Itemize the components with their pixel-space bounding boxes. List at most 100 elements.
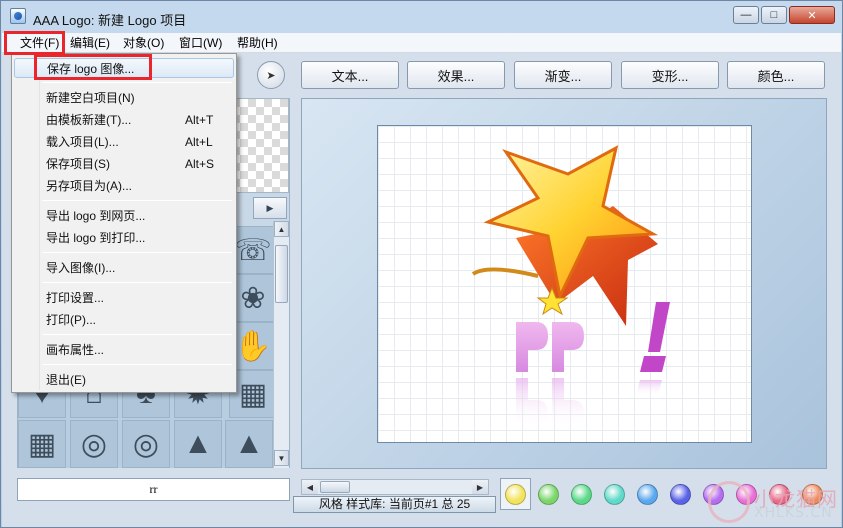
phone-icon: ☏ [234,233,272,267]
exclamation-bar [648,302,670,352]
menu-item-label: 新建空白项目(N) [46,91,135,105]
letter-p-2 [552,322,584,372]
reflection-p-1 [516,378,548,428]
shape-tree-2[interactable]: ▲ [225,420,273,468]
gradient-button[interactable]: 渐变... [514,61,612,89]
calculator-icon: ▦ [27,427,57,461]
window-title: AAA Logo: 新建 Logo 项目 [33,13,187,28]
color-button[interactable]: 颜色... [727,61,825,89]
status-bar: 风格 样式库: 当前页#1 总 25 [293,496,496,513]
arrow-down-icon: ▼ [277,453,286,463]
menu-separator [42,334,232,335]
menu-item-shortcut: Alt+L [185,135,213,149]
minimize-button[interactable]: — [733,6,759,24]
arrow-right-icon: ▶ [266,202,274,213]
menu-help[interactable]: 帮助(H) [235,35,280,51]
menu-item-shortcut: Alt+S [185,157,215,171]
shape-tree-1[interactable]: ▲ [174,420,222,468]
menu-separator [42,200,232,201]
arrow-right-icon: ▶ [476,482,484,492]
arrow-up-icon: ▲ [277,224,286,234]
color-swatch[interactable] [571,484,592,505]
star-shape [483,145,659,301]
file-menu-dropdown: 保存 logo 图像... 新建空白项目(N) 由模板新建(T)... Alt+T… [11,53,237,393]
hand-icon: ✋ [234,329,272,363]
transform-button[interactable]: 变形... [621,61,719,89]
swirl-icon: ❀ [240,281,266,315]
reflection-p-2 [552,378,584,428]
menu-edit[interactable]: 编辑(E) [68,35,112,51]
menu-save-project-as[interactable]: 另存项目为(A)... [14,176,234,196]
menu-new-blank-project[interactable]: 新建空白项目(N) [14,88,234,108]
menu-item-label: 保存项目(S) [46,157,110,171]
menu-separator [42,82,232,83]
logo-text-input[interactable]: rr [17,478,290,501]
menu-separator [42,282,232,283]
menu-bar: 文件(F) 编辑(E) 对象(O) 窗口(W) 帮助(H) [2,33,841,53]
watermark-logo [708,481,750,523]
minimize-icon: — [740,9,752,21]
reflection-dot [636,380,662,396]
menu-import-image[interactable]: 导入图像(I)... [14,258,234,278]
comet-tail [471,267,539,278]
shape-spiral-2[interactable]: ◎ [122,420,170,468]
color-swatch[interactable] [538,484,559,505]
title-bar: AAA Logo: 新建 Logo 项目 — □ ✕ [1,1,842,33]
logo-artwork [471,145,670,428]
menu-print-setup[interactable]: 打印设置... [14,288,234,308]
menu-new-from-template[interactable]: 由模板新建(T)... Alt+T [14,110,234,130]
menu-item-label: 打印(P)... [46,313,96,327]
effects-button[interactable]: 效果... [407,61,505,89]
scroll-up-button[interactable]: ▲ [274,221,289,237]
menu-item-label: 退出(E) [46,373,86,387]
menu-exit[interactable]: 退出(E) [14,370,234,390]
scroll-thumb[interactable] [275,245,288,303]
exclamation-dot [640,356,666,372]
spiral-icon: ◎ [132,427,160,461]
hscroll-thumb[interactable] [320,481,350,493]
menu-save-project[interactable]: 保存项目(S) Alt+S [14,154,234,174]
gallery-scrollbar[interactable]: ▲ ▼ [273,221,289,468]
menu-export-web[interactable]: 导出 logo 到网页... [14,206,234,226]
menu-item-label: 载入项目(L)... [46,135,119,149]
color-swatch[interactable] [505,484,526,505]
letter-p-1 [516,322,548,372]
text-button[interactable]: 文本... [301,61,399,89]
menu-window[interactable]: 窗口(W) [177,35,224,51]
canvas-hscrollbar[interactable]: ◀ ▶ [301,479,489,495]
play-button[interactable]: ➤ [257,61,285,89]
close-button[interactable]: ✕ [789,6,835,24]
watermark-line2: XHLKS.CN [754,505,833,521]
tree-icon: ▲ [234,427,264,460]
scroll-left-button[interactable]: ◀ [302,480,318,494]
menu-export-print[interactable]: 导出 logo 到打印... [14,228,234,248]
menu-item-shortcut: Alt+T [185,113,214,127]
scroll-down-button[interactable]: ▼ [274,450,289,466]
logo-canvas[interactable] [377,125,752,443]
menu-separator [42,252,232,253]
menu-load-project[interactable]: 载入项目(L)... Alt+L [14,132,234,152]
color-swatch[interactable] [604,484,625,505]
color-swatch[interactable] [637,484,658,505]
menu-print[interactable]: 打印(P)... [14,310,234,330]
spiral-icon: ◎ [80,427,108,461]
shape-calculator[interactable]: ▦ [18,420,66,468]
app-window: AAA Logo: 新建 Logo 项目 — □ ✕ 文件(F) 编辑(E) 对… [0,0,843,528]
watermark: 小龙猫网 XHLKS.CN [706,481,841,525]
menu-object[interactable]: 对象(O) [121,35,166,51]
color-swatch[interactable] [670,484,691,505]
menu-canvas-properties[interactable]: 画布属性... [14,340,234,360]
menu-item-label: 另存项目为(A)... [46,179,132,193]
highlight-file-menu [4,31,65,55]
tree-icon: ▲ [183,427,213,460]
highlight-save-logo-image [34,54,152,80]
play-icon: ➤ [266,69,276,82]
scroll-right-button[interactable]: ▶ [472,480,488,494]
shape-spiral-1[interactable]: ◎ [70,420,118,468]
menu-item-label: 画布属性... [46,343,105,357]
tab-scroll-right[interactable]: ▶ [253,197,287,219]
app-icon [10,8,26,24]
maximize-button[interactable]: □ [761,6,787,24]
menu-separator [42,364,232,365]
menu-item-label: 导出 logo 到网页... [46,209,146,223]
